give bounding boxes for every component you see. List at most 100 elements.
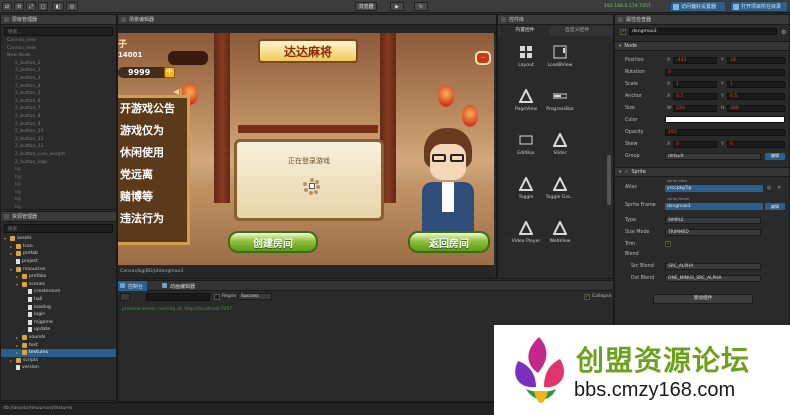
asset-item[interactable]: project (1, 258, 116, 266)
tab-animation[interactable]: 动画编辑器 (160, 281, 199, 291)
atlas-field[interactable]: ysccpkgTip (665, 185, 763, 192)
hierarchy-item[interactable]: bg (1, 197, 116, 205)
asset-item[interactable]: ▸ Icon (1, 243, 116, 251)
asset-item[interactable]: ▸ prefab (1, 250, 116, 258)
add-gold-icon[interactable]: + (164, 67, 175, 78)
log-level-select[interactable]: Success (238, 293, 272, 300)
widget-item[interactable]: Toggle Gro... (544, 175, 576, 200)
console-filter-input[interactable] (146, 293, 210, 301)
play-mode-select[interactable]: 浏览器 (355, 2, 377, 11)
scale-y-input[interactable]: 1 (727, 80, 785, 88)
hierarchy-item[interactable]: Canvas_new (1, 38, 116, 46)
hierarchy-search-input[interactable]: 搜索... (4, 27, 113, 36)
size-w-input[interactable]: 226 (673, 104, 717, 112)
open-project-tab[interactable]: 打开项目所在目录 (730, 1, 788, 12)
asset-item[interactable]: ▸ textures (1, 348, 116, 357)
asset-item[interactable]: update (1, 326, 116, 334)
size-h-input[interactable]: 388 (727, 104, 785, 112)
node-section[interactable]: ▾ Node (615, 41, 789, 51)
hierarchy-item[interactable]: 2_button_3 (1, 76, 116, 84)
widget-item[interactable]: EditBox (510, 133, 542, 156)
asset-item[interactable]: ▾ resources (1, 265, 116, 273)
asset-item[interactable]: loading (1, 303, 116, 311)
asset-item[interactable]: mjgame (1, 319, 116, 327)
tab-builtin[interactable]: 内置控件 (500, 26, 550, 36)
widget-item[interactable]: Layout (510, 45, 542, 68)
back-room-button[interactable]: 返回房间 (408, 231, 490, 253)
size-mode-select[interactable]: TRIMMED (665, 228, 761, 236)
anchor-x-input[interactable]: 0.5 (673, 92, 717, 100)
color-swatch[interactable] (665, 116, 785, 123)
position-x-input[interactable]: -443 (673, 56, 717, 64)
widget-item[interactable]: WebView (544, 219, 576, 244)
rotate-tool-icon[interactable]: ⟲ (14, 2, 24, 11)
rect-tool-icon[interactable]: ▢ (38, 2, 48, 11)
widget-item[interactable]: Toggle (510, 175, 542, 200)
group-select[interactable]: default (665, 152, 761, 160)
hierarchy-item[interactable]: 2_button_1 (1, 68, 116, 76)
sprite-frame-edit-button[interactable]: 编辑 (765, 203, 785, 210)
asset-item[interactable]: ▸ scripts (1, 357, 116, 365)
widget-item[interactable]: Video Player (510, 219, 542, 244)
hierarchy-item[interactable]: 2_button_8 (1, 114, 116, 122)
position-y-input[interactable]: 18 (727, 56, 785, 64)
hierarchy-item[interactable]: 2_button_9 (1, 122, 116, 130)
refresh-icon[interactable]: ↻ (414, 2, 428, 11)
asset-item[interactable]: ▸ sounds (1, 334, 116, 342)
asset-item[interactable]: login (1, 311, 116, 319)
move-tool-icon[interactable]: ⇄ (2, 2, 12, 11)
skew-y-input[interactable]: 0 (727, 140, 785, 148)
atlas-locate-icon[interactable]: ◎ (767, 185, 771, 191)
asset-item[interactable]: version (1, 364, 116, 372)
widget-item[interactable]: LoadBView (544, 45, 576, 68)
hierarchy-item[interactable]: bg (1, 182, 116, 190)
tab-custom[interactable]: 自定义控件 (552, 26, 602, 36)
dst-blend-select[interactable]: ONE_MINUS_SRC_ALPHA (665, 274, 761, 282)
rotation-input[interactable]: 0 (665, 68, 785, 76)
tab-console[interactable]: 控制台 (118, 281, 148, 291)
clear-icon[interactable] (120, 293, 130, 301)
add-component-button[interactable]: 添加组件 (653, 294, 753, 304)
scale-tool-icon[interactable]: ⤢ (26, 2, 36, 11)
hierarchy-item[interactable]: New Node (1, 53, 116, 61)
widget-item[interactable]: Slider (544, 131, 576, 156)
sprite-frame-field[interactable]: dongmao3 (665, 203, 763, 210)
skew-x-input[interactable]: 0 (673, 140, 717, 148)
create-room-button[interactable]: 创建房间 (228, 231, 318, 253)
type-select[interactable]: SIMPLE (665, 216, 761, 224)
src-blend-select[interactable]: SRC_ALPHA (665, 262, 761, 270)
collapse-checkbox[interactable]: ✓ (584, 294, 590, 300)
asset-item[interactable]: ▾ scenes (1, 281, 116, 289)
asset-item[interactable]: ▾ assets (1, 235, 116, 243)
node-menu-icon[interactable]: ⚙ (781, 29, 786, 36)
hierarchy-item[interactable]: 2_button_12 (1, 144, 116, 152)
group-edit-button[interactable]: 编辑 (765, 152, 785, 160)
center-toggle[interactable]: ◎ (66, 2, 78, 11)
anchor-y-input[interactable]: 0.5 (727, 92, 785, 100)
node-name-input[interactable]: dongmao3 (629, 28, 777, 35)
sprite-section[interactable]: ▾ ✓ Sprite (615, 167, 789, 177)
asset-item[interactable]: hall (1, 296, 116, 304)
game-viewport[interactable]: 达达麻将 ··· 子 14001 9999 + ◀) 开游戏公告 游戏仅为 休闲使用… (118, 33, 494, 265)
trim-checkbox[interactable]: ✓ (665, 241, 671, 247)
regex-checkbox[interactable] (214, 294, 220, 300)
hierarchy-item[interactable]: bg (1, 167, 116, 175)
hierarchy-item[interactable]: bg (1, 205, 116, 209)
asset-item[interactable]: ▸ prefabs (1, 273, 116, 281)
atlas-clear-icon[interactable]: ✕ (777, 185, 781, 191)
preview-address[interactable]: 192.168.0.174:7457 (604, 4, 651, 9)
scale-x-input[interactable]: 1 (673, 80, 717, 88)
hierarchy-item[interactable]: 2_button_10 (1, 129, 116, 137)
hierarchy-item[interactable]: 2_button_Line_weight (1, 152, 116, 160)
preview-settings-tab[interactable]: 访问偏好设置器 (670, 1, 726, 12)
hierarchy-item[interactable]: 2_button_logo (1, 160, 116, 168)
assets-search-input[interactable]: 搜索 (4, 224, 113, 233)
hierarchy-item[interactable]: 2_button_7 (1, 106, 116, 114)
asset-item[interactable]: ▸ test (1, 341, 116, 349)
widget-item[interactable]: ProgressBar (544, 89, 576, 112)
widget-scrollbar[interactable] (607, 155, 611, 205)
hierarchy-item[interactable]: 2_button_5 (1, 91, 116, 99)
node-active-checkbox[interactable]: ✓ (620, 29, 626, 35)
opacity-input[interactable]: 255 (665, 128, 785, 136)
asset-item[interactable]: createroom (1, 288, 116, 296)
